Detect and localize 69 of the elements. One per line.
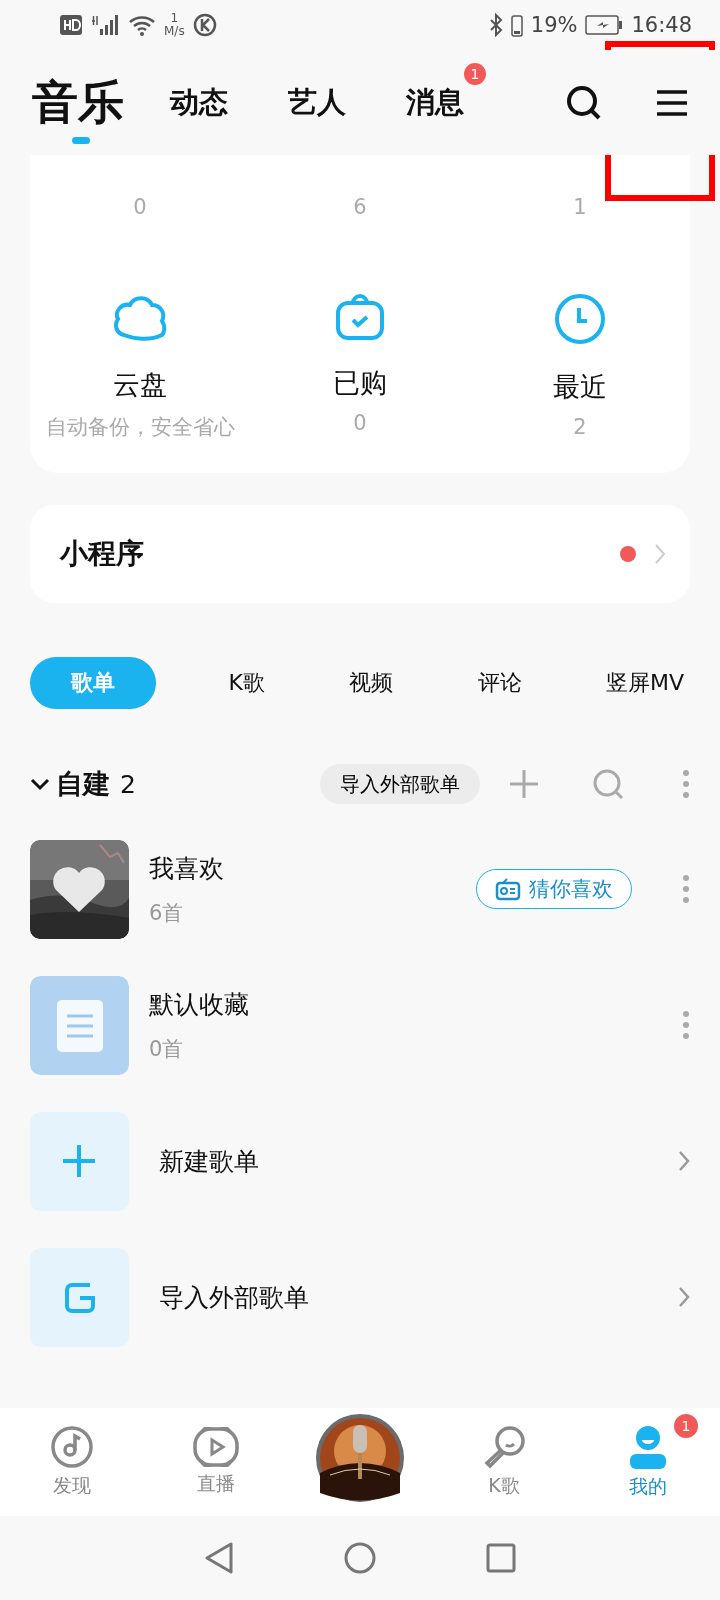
music-disc-icon [50,1425,94,1469]
library-label[interactable]: 已购 [333,365,387,401]
document-icon [30,975,129,1075]
search-icon[interactable] [566,84,602,121]
nav-tab[interactable]: 发现 [50,1425,94,1499]
nav-tab[interactable]: K歌 [482,1425,526,1499]
playlist-title[interactable]: 新建歌单 [159,1144,678,1178]
guess-you-like-button[interactable]: 猜你喜欢 [476,869,632,909]
chevron-right-icon[interactable] [678,1150,690,1172]
play-icon [193,1427,239,1467]
import-playlist-button[interactable]: 导入外部歌单 [320,764,480,804]
speed-unit: M/s [164,25,185,38]
k-circle-icon [192,13,217,37]
library-count: 1 [573,195,587,219]
library-label[interactable]: 云盘 [113,367,167,403]
header-tab[interactable]: 动态 [170,85,228,120]
mini-program-title: 小程序 [60,536,145,572]
header-tab[interactable]: 音乐 [32,74,124,145]
more-icon[interactable] [682,874,690,904]
category-tab[interactable]: 竖屏MV [593,657,696,709]
more-icon[interactable] [682,769,690,799]
playlist-count: 6首 [149,899,185,927]
mini-program-card[interactable]: 小程序 [30,505,690,603]
home-icon[interactable] [344,1542,376,1574]
bluetooth-icon [488,13,503,37]
category-tab[interactable]: 视频 [337,657,406,709]
notification-badge: 1 [674,1414,698,1438]
microphone-icon [482,1425,526,1469]
nav-tab[interactable]: 我的 [626,1424,670,1500]
more-icon[interactable] [682,1010,690,1040]
recents-icon[interactable] [486,1543,516,1573]
menu-icon[interactable] [656,89,688,116]
playlist-count: 0首 [149,1035,185,1063]
chevron-right-icon [654,543,666,565]
add-icon [30,1111,129,1211]
back-icon[interactable] [204,1541,234,1575]
chevron-right-icon[interactable] [678,1286,690,1308]
section-count: 2 [120,769,137,799]
playlist-title[interactable]: 我喜欢 [149,851,476,885]
library-subtitle: 2 [573,415,587,439]
library-count: 6 [353,195,367,219]
nav-tab[interactable]: 直播 [193,1427,239,1497]
clock-time: 16:48 [631,13,692,37]
library-subtitle: 0 [353,411,367,435]
charging-icon [585,14,624,36]
header-tab[interactable]: 艺人 [288,85,346,120]
hd-icon [60,15,82,35]
radio-icon [495,877,521,901]
add-icon[interactable] [508,768,540,800]
category-tab[interactable]: 评论 [465,657,534,709]
notification-badge: 1 [464,63,486,86]
category-tab[interactable]: K歌 [216,657,277,709]
cloud-icon [112,293,168,343]
playlist-title[interactable]: 默认收藏 [149,987,682,1021]
section-title: 自建 [56,767,110,801]
signal-icon [90,13,120,37]
bag-icon [335,293,385,341]
collapse-chevron-icon[interactable] [30,777,50,791]
playlist-title[interactable]: 导入外部歌单 [159,1280,678,1314]
library-label[interactable]: 最近 [553,369,607,405]
clock-icon [554,293,606,345]
battery-percent: 19% [530,13,578,37]
library-count: 0 [133,195,147,219]
header-tab[interactable]: 消息 [406,85,464,120]
library-subtitle: 自动备份，安全省心 [45,414,235,441]
import-icon [30,1247,129,1347]
battery-icon [510,13,523,37]
speed-value: 1 [170,12,179,25]
wifi-icon [128,14,156,36]
